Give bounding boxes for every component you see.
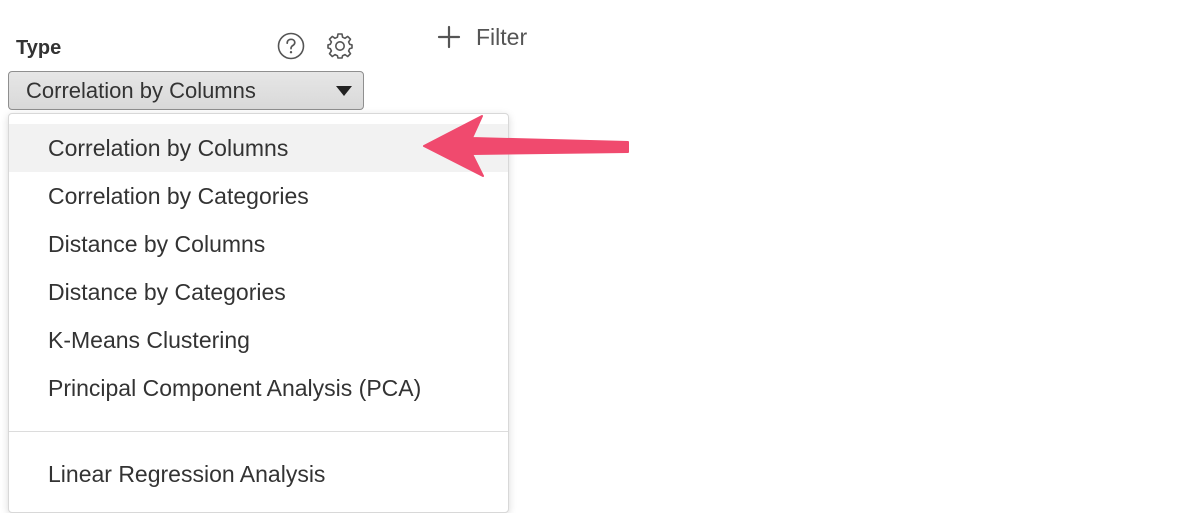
type-label: Type: [16, 37, 62, 59]
dropdown-option-k-means-clustering[interactable]: K-Means Clustering: [9, 316, 508, 364]
dropdown-option-pca[interactable]: Principal Component Analysis (PCA): [9, 364, 508, 412]
filter-label: Filter: [476, 23, 528, 50]
type-select-value: Correlation by Columns: [26, 77, 256, 103]
add-filter-button[interactable]: Filter: [436, 20, 527, 54]
gear-icon[interactable]: [325, 31, 355, 61]
type-select[interactable]: Correlation by Columns: [8, 71, 364, 110]
plus-icon: [437, 25, 461, 49]
caret-down-icon: [336, 85, 352, 96]
dropdown-option-distance-by-columns[interactable]: Distance by Columns: [9, 220, 508, 268]
dropdown-option-linear-regression-analysis[interactable]: Linear Regression Analysis: [9, 450, 508, 498]
dropdown-option-distance-by-categories[interactable]: Distance by Categories: [9, 268, 508, 316]
annotation-arrow: [423, 115, 629, 177]
question-circle-icon[interactable]: [277, 32, 305, 60]
dropdown-divider: [9, 431, 508, 432]
